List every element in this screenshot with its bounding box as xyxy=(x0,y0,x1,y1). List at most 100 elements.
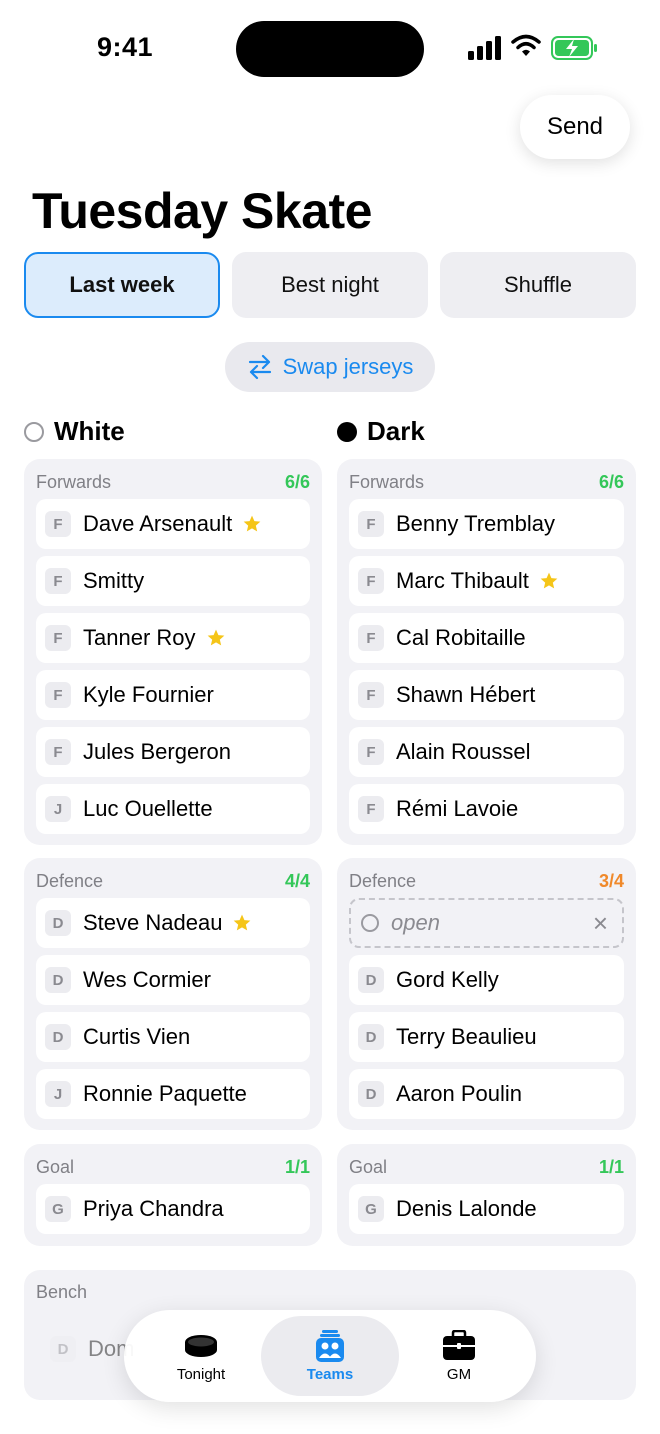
star-icon xyxy=(243,515,261,532)
status-bar: 9:41 xyxy=(0,0,660,100)
status-time: 9:41 xyxy=(97,32,154,62)
player-row[interactable]: F Cal Robitaille xyxy=(349,613,624,663)
team-white-name: White xyxy=(54,416,125,446)
player-row[interactable]: J Ronnie Paquette xyxy=(36,1069,310,1119)
player-name: Ronnie Paquette xyxy=(83,1081,247,1106)
player-row[interactable]: F Alain Roussel xyxy=(349,727,624,777)
position-badge: D xyxy=(45,967,71,993)
player-row[interactable]: F Tanner Roy xyxy=(36,613,310,663)
player-name: Aaron Poulin xyxy=(396,1081,522,1106)
position-badge: F xyxy=(45,739,71,765)
position-badge: G xyxy=(358,1196,384,1222)
player-row[interactable]: D Steve Nadeau xyxy=(36,898,310,948)
position-badge: D xyxy=(45,910,71,936)
player-row[interactable]: D Terry Beaulieu xyxy=(349,1012,624,1062)
position-badge: D xyxy=(50,1336,76,1362)
position-badge: F xyxy=(358,511,384,537)
panel-label: Bench xyxy=(36,1282,88,1302)
segment-last-week[interactable]: Last week xyxy=(24,252,220,318)
star-icon xyxy=(207,629,224,646)
slot-count: 1/1 xyxy=(284,1156,310,1177)
tab-gm[interactable]: GM xyxy=(390,1316,528,1396)
close-icon[interactable]: × xyxy=(593,910,608,936)
player-row[interactable]: G Priya Chandra xyxy=(36,1184,310,1234)
player-name: Denis Lalonde xyxy=(396,1196,537,1221)
dynamic-island xyxy=(236,21,424,77)
player-name: Dave Arsenault xyxy=(83,511,233,536)
open-slot[interactable]: open × xyxy=(349,898,624,948)
player-row[interactable]: D Wes Cormier xyxy=(36,955,310,1005)
tab-label: Teams xyxy=(306,1365,354,1383)
panel-label: Forwards xyxy=(36,471,112,492)
position-badge: F xyxy=(358,568,384,594)
tab-label: GM xyxy=(446,1365,472,1383)
position-badge: F xyxy=(45,568,71,594)
dark-forwards-panel: Forwards 6/6 F Benny Tremblay F Marc Thi… xyxy=(337,459,636,845)
team-white-header[interactable]: White xyxy=(24,416,125,447)
position-badge: F xyxy=(358,739,384,765)
briefcase-icon xyxy=(443,1329,475,1360)
player-name: Benny Tremblay xyxy=(396,511,555,536)
panel-label: Defence xyxy=(349,870,417,891)
panel-label: Forwards xyxy=(349,471,425,492)
player-row[interactable]: F Kyle Fournier xyxy=(36,670,310,720)
team-dark-header[interactable]: Dark xyxy=(337,416,425,447)
segment-best-night[interactable]: Best night xyxy=(232,252,428,318)
slot-count: 6/6 xyxy=(598,471,624,492)
player-name: Priya Chandra xyxy=(83,1196,224,1221)
player-name: Luc Ouellette xyxy=(83,796,213,821)
radio-unselected-icon xyxy=(24,421,44,442)
player-row[interactable]: F Marc Thibault xyxy=(349,556,624,606)
player-name: Gord Kelly xyxy=(396,967,499,992)
cellular-signal-icon xyxy=(468,36,501,60)
player-row[interactable]: F Smitty xyxy=(36,556,310,606)
position-badge: F xyxy=(358,625,384,651)
send-button[interactable]: Send xyxy=(520,95,630,159)
player-name: Wes Cormier xyxy=(83,967,211,992)
wifi-icon xyxy=(511,34,541,56)
position-badge: D xyxy=(358,1081,384,1107)
position-badge: D xyxy=(45,1024,71,1050)
player-name: Jules Bergeron xyxy=(83,739,231,764)
puck-icon xyxy=(185,1334,217,1357)
position-badge: D xyxy=(358,967,384,993)
player-name: Cal Robitaille xyxy=(396,625,526,650)
position-badge: F xyxy=(45,625,71,651)
player-name: Smitty xyxy=(83,568,145,593)
player-name: Curtis Vien xyxy=(83,1024,191,1049)
player-name: Marc Thibault xyxy=(396,568,529,593)
player-name: Tanner Roy xyxy=(83,625,196,650)
player-row[interactable]: D Aaron Poulin xyxy=(349,1069,624,1119)
player-row[interactable]: F Benny Tremblay xyxy=(349,499,624,549)
player-row[interactable]: F Jules Bergeron xyxy=(36,727,310,777)
star-icon xyxy=(540,572,558,589)
empty-slot-icon xyxy=(361,914,379,932)
swap-jerseys-label: Swap jerseys xyxy=(282,354,414,379)
slot-count: 3/4 xyxy=(598,870,624,891)
swap-jerseys-button[interactable]: Swap jerseys xyxy=(225,342,435,392)
panel-label: Goal xyxy=(349,1156,388,1177)
battery-charging-icon xyxy=(551,36,597,60)
dark-goal-panel: Goal 1/1 G Denis Lalonde xyxy=(337,1144,636,1246)
tab-bar: Tonight Teams GM xyxy=(124,1310,536,1402)
player-row[interactable]: F Dave Arsenault xyxy=(36,499,310,549)
page-title: Tuesday Skate xyxy=(32,183,372,239)
player-row[interactable]: F Shawn Hébert xyxy=(349,670,624,720)
player-name: Steve Nadeau xyxy=(83,910,223,935)
player-row[interactable]: F Rémi Lavoie xyxy=(349,784,624,834)
teams-icon xyxy=(316,1329,344,1362)
player-row[interactable]: J Luc Ouellette xyxy=(36,784,310,834)
open-slot-label: open xyxy=(391,910,440,935)
player-row[interactable]: G Denis Lalonde xyxy=(349,1184,624,1234)
white-defence-panel: Defence 4/4 D Steve Nadeau D Wes Cormier… xyxy=(24,858,322,1130)
player-row[interactable]: D Gord Kelly xyxy=(349,955,624,1005)
tab-tonight[interactable]: Tonight xyxy=(132,1316,270,1396)
segment-shuffle[interactable]: Shuffle xyxy=(440,252,636,318)
tab-teams[interactable]: Teams xyxy=(261,1316,399,1396)
panel-label: Goal xyxy=(36,1156,75,1177)
player-name: Rémi Lavoie xyxy=(396,796,519,821)
player-row[interactable]: D Curtis Vien xyxy=(36,1012,310,1062)
position-badge: F xyxy=(358,682,384,708)
position-badge: F xyxy=(45,511,71,537)
star-icon xyxy=(234,914,251,931)
